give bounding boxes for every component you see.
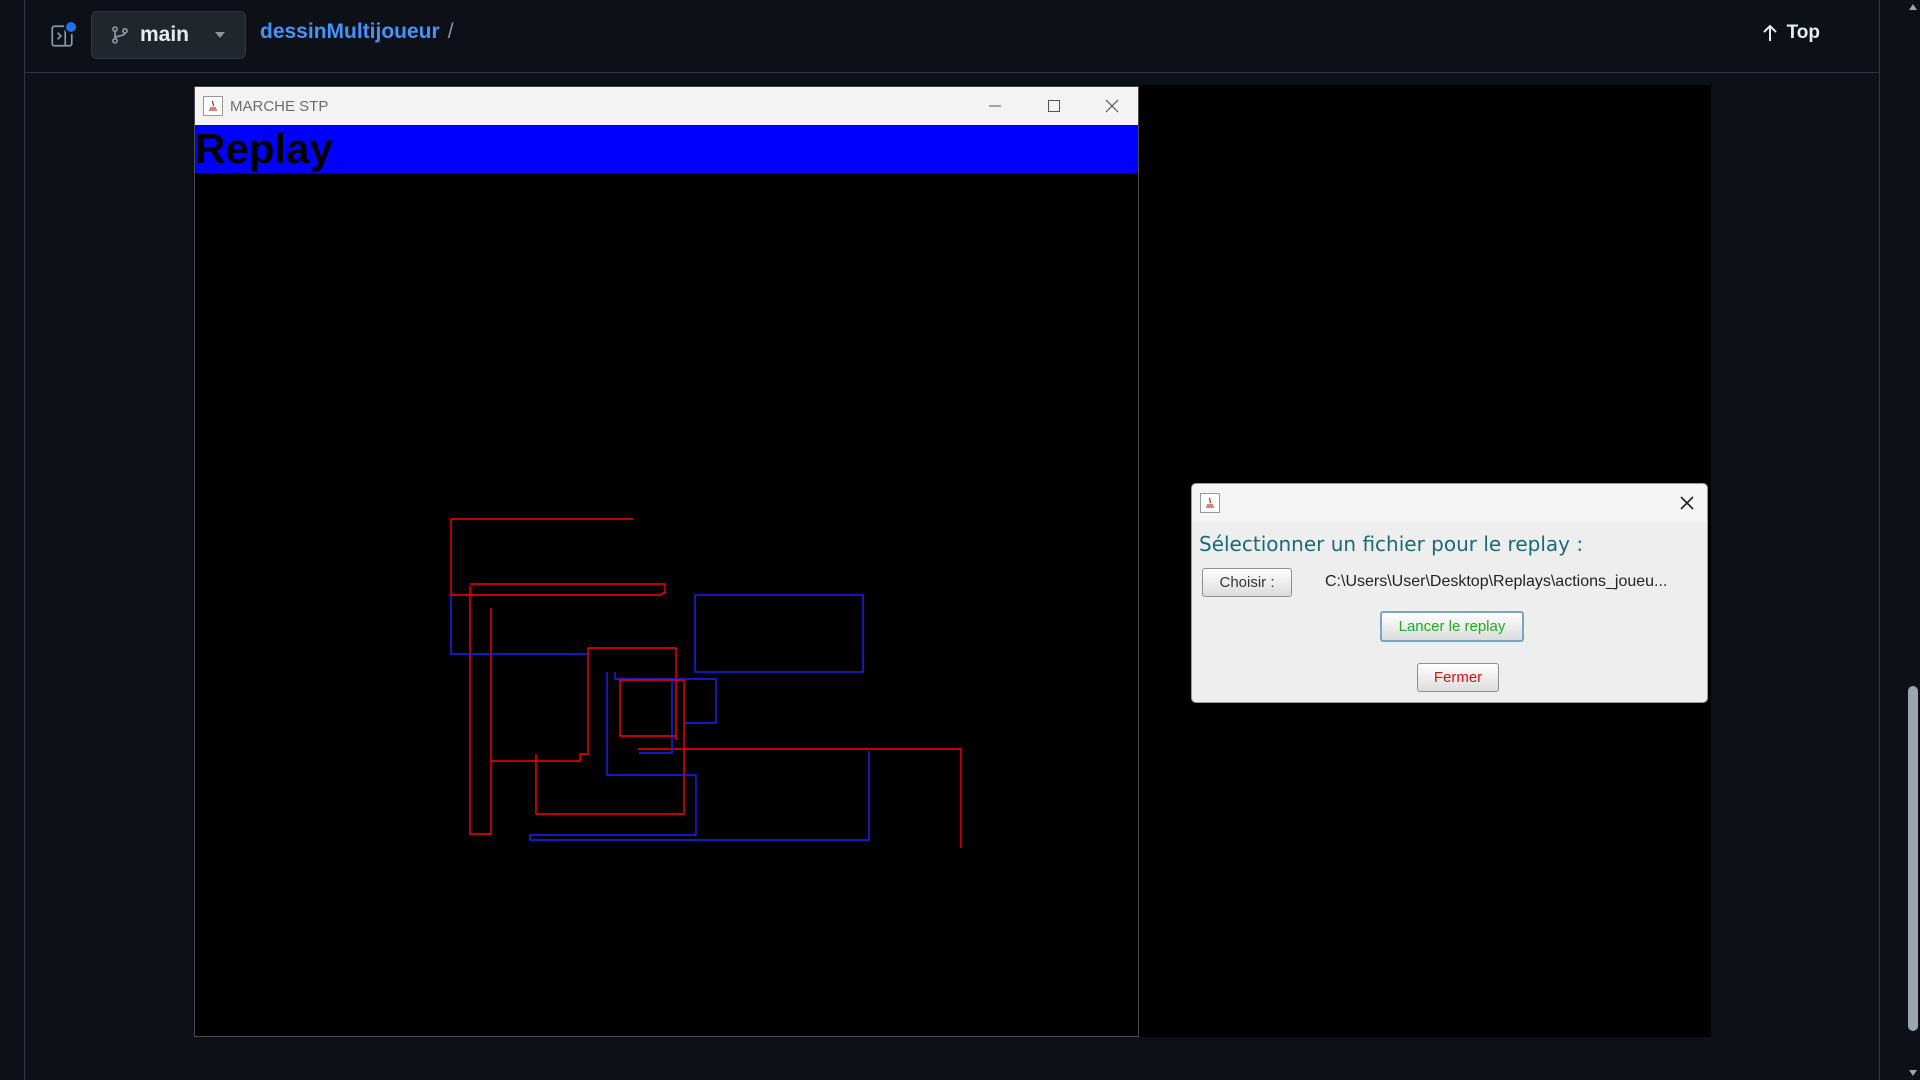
red-player-strokes: [450, 518, 962, 848]
scroll-down-arrow[interactable]: [1906, 1066, 1920, 1080]
github-sticky-header: main dessinMultijoueur / Top: [24, 0, 1880, 73]
breadcrumb: dessinMultijoueur /: [260, 20, 454, 44]
side-panel-toggle-button[interactable]: [48, 20, 78, 50]
close-icon: [1105, 99, 1119, 113]
red-stroke: [469, 586, 492, 835]
git-branch-icon: [112, 26, 128, 44]
replay-window-titlebar[interactable]: MARCHE STP: [195, 87, 1138, 125]
notification-dot: [64, 20, 78, 34]
red-stroke: [491, 647, 677, 762]
maximize-icon: [1048, 100, 1060, 112]
java-icon: [1200, 493, 1220, 513]
blue-player-strokes: [450, 594, 870, 841]
window-title: MARCHE STP: [230, 97, 329, 115]
triangle-down-icon: [1909, 1070, 1917, 1076]
dialog-titlebar[interactable]: [1192, 484, 1707, 522]
java-icon: [203, 96, 223, 116]
replay-window: MARCHE STP Replay: [194, 86, 1139, 1037]
dialog-close-button[interactable]: [1667, 484, 1707, 522]
breadcrumb-repo-link[interactable]: dessinMultijoueur: [260, 20, 440, 44]
page-scrollbar[interactable]: [1906, 0, 1920, 1080]
blue-stroke: [639, 679, 673, 754]
replay-file-dialog: Sélectionner un fichier pour le replay :…: [1191, 483, 1708, 703]
top-label: Top: [1786, 22, 1820, 43]
maximize-button[interactable]: [1025, 87, 1083, 125]
blue-stroke: [450, 595, 587, 655]
replay-heading-bar: Replay: [195, 125, 1138, 173]
replay-heading: Replay: [195, 125, 333, 172]
close-window-button[interactable]: [1083, 87, 1141, 125]
red-stroke: [535, 679, 685, 815]
minimize-button[interactable]: [966, 87, 1024, 125]
close-dialog-button[interactable]: Fermer: [1417, 663, 1499, 692]
drawing-canvas[interactable]: [195, 173, 1138, 1036]
close-icon: [1680, 496, 1694, 510]
scroll-up-arrow[interactable]: [1906, 0, 1920, 14]
selected-file-path: C:\Users\User\Desktop\Replays\actions_jo…: [1325, 573, 1668, 590]
caret-down-icon: [215, 32, 226, 38]
blue-stroke: [614, 672, 717, 724]
branch-name: main: [140, 23, 190, 46]
red-stroke: [638, 748, 962, 848]
blue-stroke: [529, 672, 870, 841]
scrollbar-thumb[interactable]: [1908, 686, 1918, 1031]
red-stroke: [470, 583, 666, 596]
breadcrumb-separator: /: [447, 20, 454, 43]
back-to-top-button[interactable]: Top: [1761, 22, 1820, 44]
choose-file-button[interactable]: Choisir :: [1202, 568, 1292, 597]
launch-replay-button[interactable]: Lancer le replay: [1380, 611, 1524, 642]
arrow-up-icon: [1762, 24, 1777, 41]
minimize-icon: [989, 105, 1001, 107]
branch-selector-button[interactable]: main: [91, 11, 246, 59]
dialog-prompt: Sélectionner un fichier pour le replay :: [1199, 532, 1584, 556]
triangle-up-icon: [1909, 4, 1917, 10]
blue-stroke: [694, 594, 864, 673]
